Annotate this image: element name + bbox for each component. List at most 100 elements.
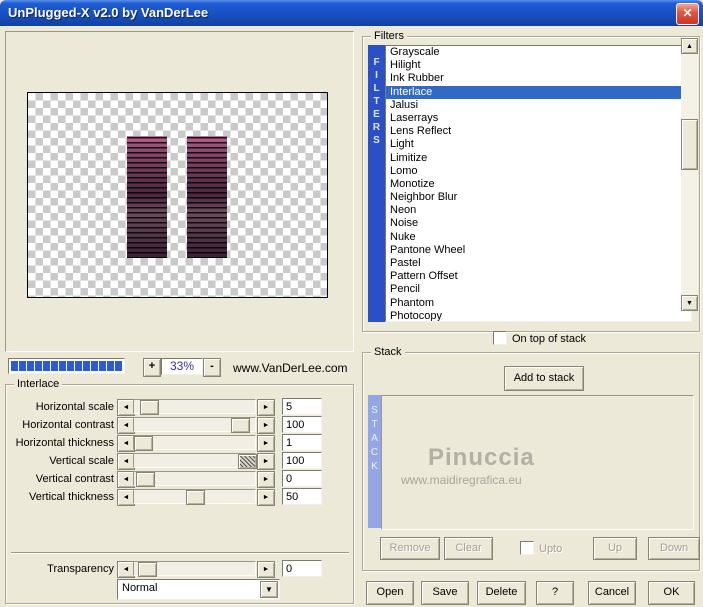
- slider-value-input[interactable]: [282, 416, 322, 433]
- filter-item[interactable]: Monotize: [386, 178, 691, 191]
- slider-thumb[interactable]: [140, 400, 160, 415]
- right-arrow-icon: ►: [262, 404, 270, 411]
- slider-label: Vertical thickness: [29, 491, 114, 503]
- down-button[interactable]: Down: [648, 537, 700, 560]
- scroll-up-button[interactable]: ▲: [681, 38, 698, 54]
- filter-item[interactable]: Photocopy: [386, 310, 691, 321]
- filter-item[interactable]: Neon: [386, 204, 691, 217]
- slider-value-input[interactable]: [282, 434, 322, 451]
- filter-item[interactable]: Nuke: [386, 231, 691, 244]
- slider-row: Horizontal thickness ◄ ►: [6, 434, 353, 452]
- left-arrow-icon: ◄: [122, 476, 130, 483]
- preview-interlaced-column-left: [127, 136, 167, 258]
- slider-value-input[interactable]: [282, 488, 322, 505]
- filter-item[interactable]: Limitize: [386, 152, 691, 165]
- preview-panel[interactable]: [5, 31, 354, 352]
- transparency-right-arrow-button[interactable]: ►: [257, 561, 275, 578]
- ok-button[interactable]: OK: [648, 581, 695, 605]
- add-to-stack-button[interactable]: Add to stack: [504, 366, 584, 391]
- stack-list-area[interactable]: Pinuccia www.maidiregrafica.eu: [381, 395, 694, 530]
- slider-right-arrow-button[interactable]: ►: [257, 489, 275, 506]
- blend-mode-value: Normal: [122, 582, 158, 594]
- transparency-label: Transparency: [47, 563, 114, 575]
- transparency-thumb[interactable]: [138, 562, 158, 577]
- slider-value-input[interactable]: [282, 398, 322, 415]
- window-title: UnPlugged-X v2.0 by VanDerLee: [8, 5, 209, 20]
- slider-track[interactable]: [133, 489, 256, 505]
- render-progress-bar: [8, 358, 125, 374]
- filter-item[interactable]: Interlace: [386, 85, 691, 99]
- slider-track[interactable]: [133, 399, 256, 415]
- slider-label: Horizontal scale: [35, 401, 114, 413]
- slider-right-arrow-button[interactable]: ►: [257, 453, 275, 470]
- filter-item[interactable]: Jalusi: [386, 99, 691, 112]
- filter-item[interactable]: Pastel: [386, 257, 691, 270]
- on-top-of-stack-checkbox[interactable]: [493, 331, 507, 345]
- filter-list-scrollbar[interactable]: ▲ ▼: [681, 38, 698, 311]
- filter-item[interactable]: Pantone Wheel: [386, 244, 691, 257]
- up-button[interactable]: Up: [593, 537, 637, 560]
- slider-track[interactable]: [133, 453, 257, 469]
- slider-right-arrow-button[interactable]: ►: [257, 399, 275, 416]
- filter-item[interactable]: Ink Rubber: [386, 72, 691, 85]
- save-button[interactable]: Save: [421, 581, 469, 605]
- filter-item[interactable]: Pencil: [386, 283, 691, 296]
- cancel-button[interactable]: Cancel: [588, 581, 636, 605]
- slider-right-arrow-button[interactable]: ►: [257, 435, 275, 452]
- unplugged-x-dialog: UnPlugged-X v2.0 by VanDerLee ✕ + 33% - …: [0, 0, 703, 607]
- slider-thumb[interactable]: [136, 472, 156, 487]
- filter-item[interactable]: Phantom: [386, 297, 691, 310]
- upto-checkbox[interactable]: [520, 541, 534, 555]
- upto-label: Upto: [539, 543, 563, 555]
- zoom-out-button[interactable]: -: [203, 358, 221, 377]
- interlace-groupbox-label: Interlace: [14, 378, 63, 390]
- watermark-url: www.maidiregrafica.eu: [401, 473, 522, 487]
- filter-item[interactable]: Lomo: [386, 165, 691, 178]
- remove-button[interactable]: Remove: [380, 537, 440, 560]
- progress-segment: [67, 361, 74, 371]
- slider-thumb[interactable]: [238, 454, 257, 469]
- slider-row: Vertical scale ◄ ►: [6, 452, 353, 470]
- slider-track[interactable]: [133, 435, 256, 451]
- filter-item[interactable]: Laserrays: [386, 112, 691, 125]
- filter-list[interactable]: Grayscale Hilight Ink Rubber Interlace Jalus…: [385, 45, 692, 322]
- separator-line: [11, 552, 349, 554]
- slider-thumb[interactable]: [134, 436, 153, 451]
- progress-segment: [51, 361, 58, 371]
- close-icon: ✕: [682, 6, 693, 20]
- blend-mode-dropdown[interactable]: Normal ▼: [117, 579, 280, 600]
- slider-value-input[interactable]: [282, 470, 322, 487]
- scroll-up-icon: ▲: [686, 43, 693, 50]
- slider-thumb[interactable]: [186, 490, 205, 505]
- slider-label: Horizontal thickness: [15, 437, 114, 449]
- slider-track[interactable]: [133, 471, 256, 487]
- slider-right-arrow-button[interactable]: ►: [257, 417, 275, 434]
- filter-item[interactable]: Lens Reflect: [386, 125, 691, 138]
- left-arrow-icon: ◄: [122, 566, 130, 573]
- delete-button[interactable]: Delete: [477, 581, 526, 605]
- clear-button[interactable]: Clear: [444, 537, 493, 560]
- scroll-down-button[interactable]: ▼: [681, 295, 698, 311]
- slider-thumb[interactable]: [230, 418, 250, 433]
- filter-item[interactable]: Neighbor Blur: [386, 191, 691, 204]
- title-bar[interactable]: UnPlugged-X v2.0 by VanDerLee ✕: [0, 0, 703, 26]
- filter-item[interactable]: Pattern Offset: [386, 270, 691, 283]
- slider-right-arrow-button[interactable]: ►: [257, 471, 275, 488]
- filter-item[interactable]: Grayscale: [386, 46, 691, 59]
- scrollbar-thumb[interactable]: [681, 119, 698, 170]
- transparency-value-input[interactable]: [282, 560, 322, 577]
- filter-item[interactable]: Hilight: [386, 59, 691, 72]
- close-button[interactable]: ✕: [676, 3, 699, 25]
- transparency-track[interactable]: [133, 561, 256, 577]
- stack-vertical-banner: S T A C K: [368, 395, 381, 528]
- filter-item[interactable]: Light: [386, 138, 691, 151]
- help-button[interactable]: ?: [536, 581, 574, 605]
- dropdown-arrow-button[interactable]: ▼: [260, 581, 278, 598]
- slider-value-input[interactable]: [282, 452, 322, 469]
- zoom-in-button[interactable]: +: [143, 358, 161, 377]
- slider-row: Horizontal scale ◄ ►: [6, 398, 353, 416]
- filter-item[interactable]: Noise: [386, 217, 691, 230]
- slider-track[interactable]: [133, 417, 256, 433]
- filter-items: Grayscale Hilight Ink Rubber Interlace Jalus…: [386, 46, 691, 321]
- open-button[interactable]: Open: [366, 581, 414, 605]
